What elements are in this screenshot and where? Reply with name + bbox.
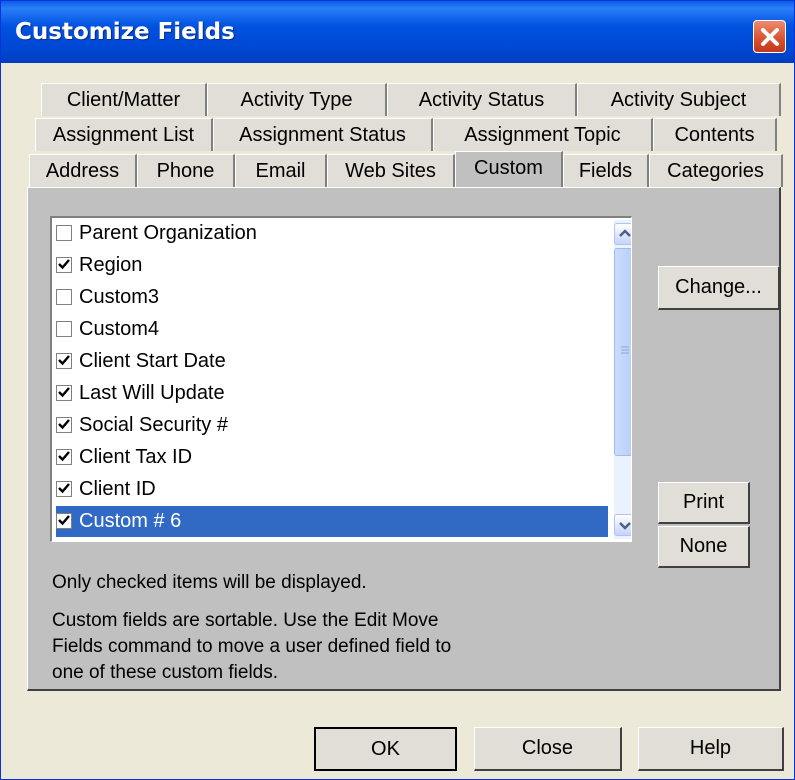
list-item-label: Custom # 6 — [79, 510, 182, 532]
list-item-label: Parent Organization — [79, 222, 257, 244]
checkbox[interactable] — [56, 225, 72, 241]
custom-fields-list[interactable]: Parent Organization Region Custom3 Custo… — [50, 216, 632, 542]
info-text: Fields command to move a user defined fi… — [52, 636, 452, 657]
info-text: Custom fields are sortable. Use the Edit… — [52, 610, 439, 631]
checkmark-icon — [58, 419, 70, 430]
tab-activity-status[interactable]: Activity Status — [387, 83, 577, 116]
info-text: one of these custom fields. — [52, 662, 279, 683]
close-button[interactable]: Close — [474, 727, 622, 771]
customize-fields-dialog: Customize Fields Client/Matter Activity … — [0, 0, 795, 780]
close-window-button[interactable] — [753, 20, 786, 53]
checkbox[interactable] — [56, 481, 72, 497]
help-button[interactable]: Help — [638, 727, 784, 771]
close-icon — [761, 28, 779, 46]
scroll-thumb[interactable] — [614, 248, 631, 456]
list-item[interactable]: Client Start Date — [56, 346, 608, 377]
list-item-label: Region — [79, 254, 143, 276]
tab-client-matter[interactable]: Client/Matter — [41, 83, 207, 116]
dialog-body: Client/Matter Activity Type Activity Sta… — [1, 63, 794, 779]
checkbox[interactable] — [56, 513, 72, 529]
change-button[interactable]: Change... — [658, 266, 780, 310]
checkmark-icon — [58, 451, 70, 462]
print-button[interactable]: Print — [658, 482, 750, 524]
tab-categories[interactable]: Categories — [649, 154, 783, 187]
tab-custom[interactable]: Custom — [455, 151, 563, 187]
list-item[interactable]: Client ID — [56, 474, 608, 505]
list-item[interactable]: Custom4 — [56, 314, 608, 345]
ok-button[interactable]: OK — [314, 727, 457, 771]
custom-tab-panel: Parent Organization Region Custom3 Custo… — [27, 187, 781, 691]
tab-phone[interactable]: Phone — [137, 154, 235, 187]
checkbox[interactable] — [56, 289, 72, 305]
list-item[interactable]: Custom3 — [56, 282, 608, 313]
checkmark-icon — [58, 259, 70, 270]
chevron-up-icon — [619, 229, 631, 237]
checkmark-icon — [58, 483, 70, 494]
list-item-label: Client Start Date — [79, 350, 226, 372]
checkmark-icon — [58, 355, 70, 366]
tab-assignment-list[interactable]: Assignment List — [35, 118, 213, 151]
tab-contents[interactable]: Contents — [653, 118, 777, 151]
list-item-label: Last Will Update — [79, 382, 225, 404]
list-item-label: Client Tax ID — [79, 446, 193, 468]
tab-activity-type[interactable]: Activity Type — [207, 83, 387, 116]
grip-icon — [621, 346, 629, 354]
list-item[interactable]: Social Security # — [56, 410, 608, 441]
tab-address[interactable]: Address — [29, 154, 137, 187]
list-item[interactable]: Last Will Update — [56, 378, 608, 409]
chevron-down-icon — [619, 522, 631, 530]
checkmark-icon — [58, 387, 70, 398]
checkmark-icon — [58, 515, 70, 526]
checkbox[interactable] — [56, 353, 72, 369]
title-bar: Customize Fields — [1, 1, 794, 63]
tab-assignment-topic[interactable]: Assignment Topic — [433, 118, 653, 151]
list-item[interactable]: Client Tax ID — [56, 442, 608, 473]
list-scrollbar[interactable] — [614, 220, 631, 539]
tab-email[interactable]: Email — [235, 154, 327, 187]
list-item-label: Client ID — [79, 478, 156, 500]
tab-fields[interactable]: Fields — [563, 154, 649, 187]
checkbox[interactable] — [56, 321, 72, 337]
list-item[interactable]: Parent Organization — [56, 218, 608, 249]
list-item[interactable]: Custom # 6 — [56, 506, 608, 537]
tab-web-sites[interactable]: Web Sites — [327, 154, 455, 187]
list-item-label: Custom4 — [79, 318, 160, 340]
checkbox[interactable] — [56, 385, 72, 401]
list-item[interactable]: Region — [56, 250, 608, 281]
checkbox[interactable] — [56, 449, 72, 465]
scroll-down-button[interactable] — [614, 514, 631, 536]
none-button[interactable]: None — [658, 526, 750, 568]
list-item-label: Custom3 — [79, 286, 160, 308]
info-text: Only checked items will be displayed. — [52, 572, 367, 593]
tab-activity-subject[interactable]: Activity Subject — [577, 83, 781, 116]
scroll-up-button[interactable] — [614, 223, 631, 245]
checkbox[interactable] — [56, 417, 72, 433]
tab-assignment-status[interactable]: Assignment Status — [213, 118, 433, 151]
checkbox[interactable] — [56, 257, 72, 273]
window-title: Customize Fields — [15, 19, 235, 45]
list-item-label: Social Security # — [79, 414, 228, 436]
